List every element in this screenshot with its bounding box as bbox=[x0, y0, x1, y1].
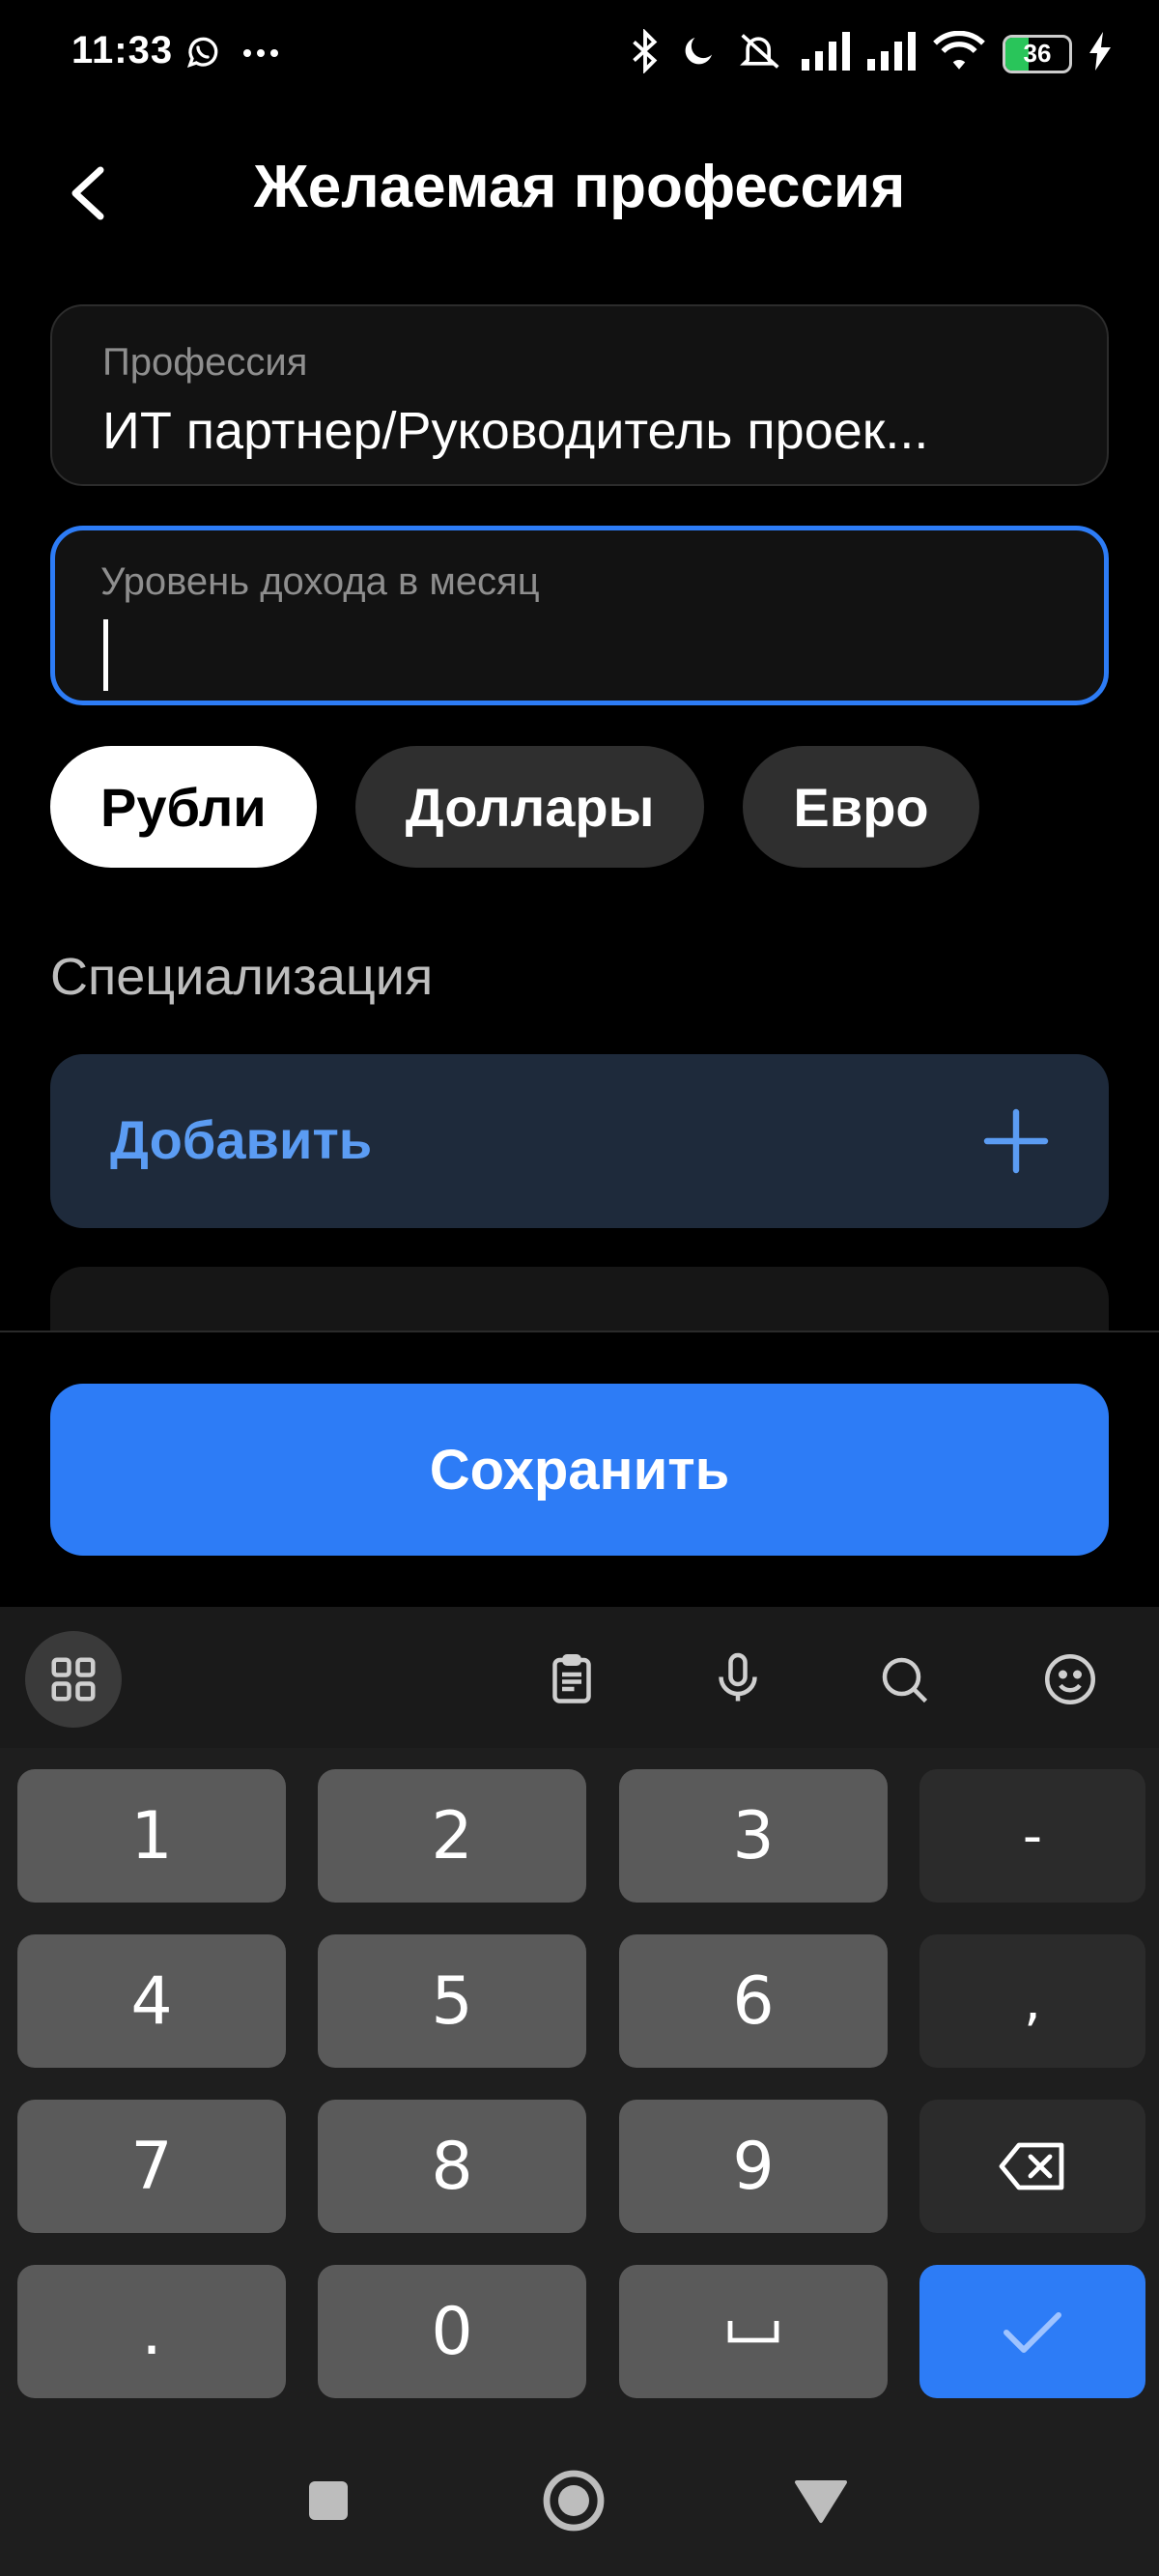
recents-button[interactable] bbox=[294, 2466, 363, 2535]
save-button[interactable]: Сохранить bbox=[50, 1384, 1109, 1556]
signal-icon bbox=[867, 32, 916, 75]
home-circle-icon bbox=[543, 2470, 605, 2532]
battery-level: 36 bbox=[1023, 39, 1052, 68]
status-bar: 11:33 36 bbox=[0, 0, 1159, 106]
back-triangle-icon bbox=[795, 2480, 847, 2523]
home-button[interactable] bbox=[539, 2466, 608, 2535]
profession-field[interactable]: Профессия ИТ партнер/Руководитель проек.… bbox=[50, 304, 1109, 486]
charging-icon bbox=[1089, 32, 1111, 75]
keyboard-toolbar bbox=[0, 1607, 1159, 1748]
profession-label: Профессия bbox=[102, 341, 308, 384]
key-7[interactable]: 7 bbox=[17, 2100, 286, 2233]
header: Желаемая профессия bbox=[0, 135, 1159, 242]
plus-icon bbox=[983, 1108, 1049, 1174]
square-icon bbox=[309, 2481, 348, 2520]
currency-chip-dollars[interactable]: Доллары bbox=[354, 746, 705, 868]
key-0[interactable]: 0 bbox=[318, 2265, 586, 2398]
backspace-icon bbox=[999, 2142, 1064, 2190]
apps-grid-button[interactable] bbox=[25, 1631, 122, 1728]
bottom-action-bar: Сохранить bbox=[0, 1331, 1159, 1607]
enter-key[interactable] bbox=[919, 2265, 1145, 2398]
checkmark-icon bbox=[1004, 2312, 1061, 2353]
profession-value: ИТ партнер/Руководитель проек... bbox=[102, 402, 929, 460]
battery-icon: 36 bbox=[1003, 34, 1072, 73]
key-5[interactable]: 5 bbox=[318, 1934, 586, 2068]
currency-selector: Рубли Доллары Евро bbox=[50, 746, 979, 868]
signal-icon bbox=[802, 32, 850, 75]
backspace-key[interactable] bbox=[919, 2100, 1145, 2233]
status-time: 11:33 bbox=[71, 29, 174, 72]
back-nav-button[interactable] bbox=[786, 2466, 856, 2535]
specialization-title: Специализация bbox=[50, 948, 434, 1006]
system-nav-bar bbox=[0, 2425, 1159, 2576]
key-2[interactable]: 2 bbox=[318, 1769, 586, 1903]
add-specialization-label: Добавить bbox=[110, 1109, 373, 1170]
space-icon bbox=[727, 2321, 779, 2343]
space-key[interactable] bbox=[619, 2265, 888, 2398]
microphone-button[interactable] bbox=[690, 1631, 786, 1728]
emoji-button[interactable] bbox=[1022, 1631, 1118, 1728]
wifi-icon bbox=[933, 30, 985, 76]
microphone-icon bbox=[719, 1652, 757, 1702]
more-dots-icon bbox=[241, 46, 280, 64]
key-6[interactable]: 6 bbox=[619, 1934, 888, 2068]
key-9[interactable]: 9 bbox=[619, 2100, 888, 2233]
key-dot[interactable]: . bbox=[17, 2265, 286, 2398]
bluetooth-icon bbox=[630, 28, 661, 78]
text-caret bbox=[103, 619, 108, 691]
moon-icon bbox=[678, 31, 719, 76]
key-4[interactable]: 4 bbox=[17, 1934, 286, 2068]
list-item[interactable] bbox=[50, 1267, 1109, 1334]
apps-grid-icon bbox=[51, 1657, 96, 1702]
key-1[interactable]: 1 bbox=[17, 1769, 286, 1903]
income-input[interactable]: Уровень дохода в месяц bbox=[50, 526, 1109, 705]
clipboard-button[interactable] bbox=[523, 1631, 620, 1728]
search-icon bbox=[882, 1657, 928, 1703]
emoji-icon bbox=[1045, 1654, 1095, 1704]
whatsapp-icon bbox=[184, 33, 222, 76]
search-button[interactable] bbox=[856, 1631, 952, 1728]
clipboard-icon bbox=[552, 1654, 591, 1703]
key-3[interactable]: 3 bbox=[619, 1769, 888, 1903]
key-8[interactable]: 8 bbox=[318, 2100, 586, 2233]
currency-chip-euro[interactable]: Евро bbox=[743, 746, 979, 868]
key-comma[interactable]: , bbox=[919, 1934, 1145, 2068]
income-label: Уровень дохода в месяц bbox=[100, 560, 540, 603]
page-title: Желаемая профессия bbox=[253, 154, 906, 220]
key-minus[interactable]: - bbox=[919, 1769, 1145, 1903]
currency-chip-rubles[interactable]: Рубли bbox=[50, 746, 317, 868]
mute-icon bbox=[736, 30, 784, 77]
add-specialization-button[interactable]: Добавить bbox=[50, 1054, 1109, 1228]
